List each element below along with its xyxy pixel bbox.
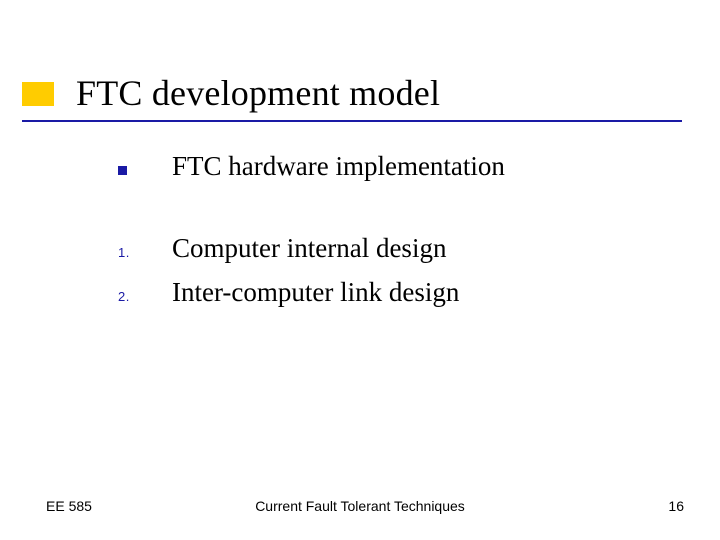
slide-title: FTC development model bbox=[76, 72, 680, 114]
list-item: 2. Inter-computer link design bbox=[118, 276, 660, 310]
footer-center: Current Fault Tolerant Techniques bbox=[0, 498, 720, 514]
list-item-text: Computer internal design bbox=[172, 232, 446, 266]
list-item-text: FTC hardware implementation bbox=[172, 150, 505, 184]
title-underline bbox=[22, 120, 682, 122]
title-wrap: FTC development model bbox=[76, 72, 680, 114]
bullet-square-icon bbox=[118, 156, 172, 178]
page-number: 16 bbox=[668, 498, 684, 514]
accent-box bbox=[22, 82, 54, 106]
list-item-text: Inter-computer link design bbox=[172, 276, 459, 310]
list-item: FTC hardware implementation bbox=[118, 150, 660, 184]
list-item: 1. Computer internal design bbox=[118, 232, 660, 266]
list-number: 2. bbox=[118, 283, 172, 304]
body: FTC hardware implementation 1. Computer … bbox=[118, 150, 660, 343]
list-number: 1. bbox=[118, 239, 172, 260]
slide: FTC development model FTC hardware imple… bbox=[0, 0, 720, 540]
